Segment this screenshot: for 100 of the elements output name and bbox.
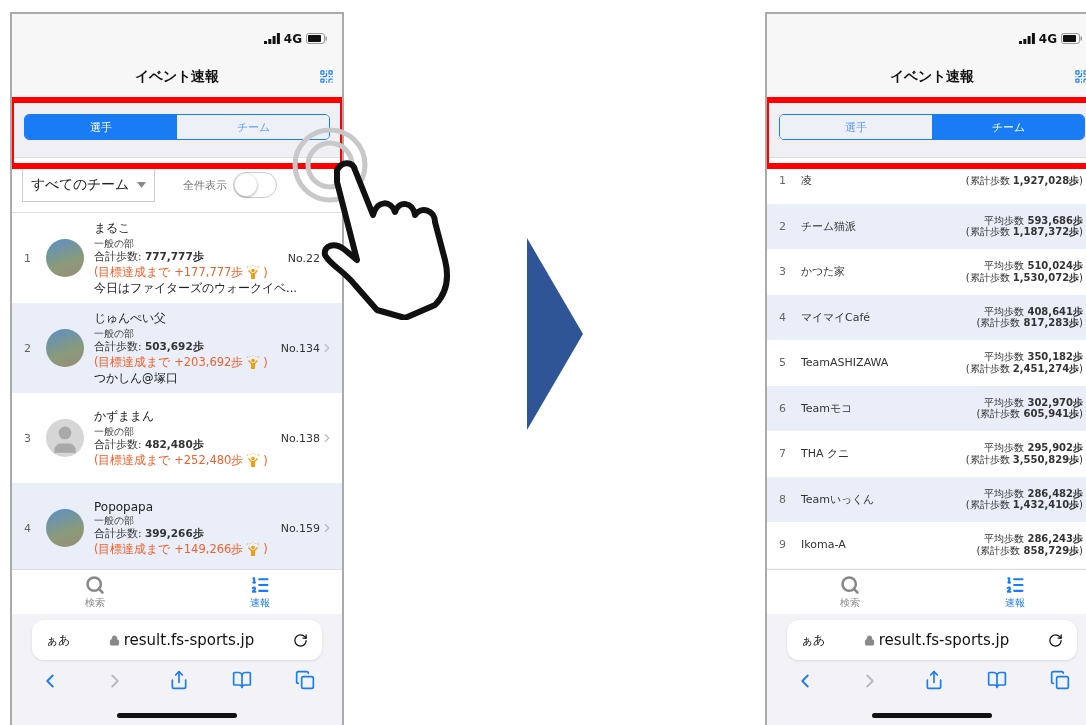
rank-number: 1: [779, 174, 787, 188]
avatar-silhouette: [46, 419, 84, 457]
total-steps: 合計歩数: 482,480歩: [94, 438, 281, 452]
team-name: Ikoma-A: [801, 538, 847, 552]
team-name: 凌: [801, 173, 813, 189]
reload-icon[interactable]: [1048, 632, 1063, 648]
player-name: Popopapa: [94, 499, 155, 514]
book-icon: [986, 670, 1007, 690]
team-row[interactable]: 6 Teamモコ 平均歩数 302,970歩 (累計歩数 605,941歩): [767, 385, 1086, 431]
book-icon: [231, 670, 252, 690]
signal-icon: [263, 33, 280, 44]
segment-tab[interactable]: 選手: [25, 115, 177, 139]
team-name: Teamモコ: [801, 400, 854, 416]
cumulative-steps: (累計歩数 817,283歩): [976, 317, 1083, 329]
toolbar-button[interactable]: [1049, 670, 1070, 692]
qr-code-icon[interactable]: [1074, 69, 1086, 84]
player-row[interactable]: 1 まるこ 一般の部 合計歩数: 777,777歩 (目標達成まで +177,777歩 ) No.22 今日はファイターズのウォークイベ...: [12, 213, 342, 303]
share-icon: [924, 670, 944, 690]
text-size-button[interactable]: ぁあ: [801, 631, 825, 649]
closing-paren: ): [263, 542, 268, 556]
rank-number: 3: [24, 431, 32, 445]
team-row[interactable]: 7 THA クニ 平均歩数 295,902歩 (累計歩数 3,550,829歩): [767, 431, 1086, 477]
bib-number: No.22: [287, 251, 320, 265]
cheer-icon: [245, 453, 262, 468]
player-comment: 今日はファイターズのウォークイベ...: [94, 281, 297, 296]
team-row[interactable]: 9 Ikoma-A 平均歩数 286,243歩 (累計歩数 858,729歩): [767, 522, 1086, 568]
team-name: チーム猫派: [801, 218, 857, 234]
cumulative-steps: (累計歩数 3,550,829歩): [965, 453, 1083, 466]
cumulative-steps: (累計歩数 2,451,274歩): [965, 362, 1083, 375]
search-icon: [839, 574, 860, 595]
team-row[interactable]: 8 Teamいっくん 平均歩数 286,482歩 (累計歩数 1,432,410歩): [767, 476, 1086, 522]
network-label: 4G: [1038, 31, 1057, 46]
team-dropdown[interactable]: すべてのチーム: [22, 168, 155, 202]
cumulative-steps: (累計歩数 1,432,410歩): [965, 499, 1083, 511]
search-icon: [84, 574, 105, 595]
average-steps: 平均歩数 286,243歩: [984, 533, 1083, 545]
goal-remaining: (目標達成まで +203,692歩: [94, 355, 244, 370]
team-row[interactable]: 3 かつた家 平均歩数 510,024歩 (累計歩数 1,530,072歩): [767, 249, 1086, 295]
address-bar[interactable]: ぁあ result.fs-sports.jp: [787, 620, 1077, 660]
toolbar-button[interactable]: [294, 670, 315, 692]
closing-paren: ): [263, 265, 268, 280]
ranked-list-icon: [249, 574, 270, 595]
rank-number: 4: [24, 521, 32, 535]
url-text: result.fs-sports.jp: [123, 631, 255, 649]
average-steps: 平均歩数 286,482歩: [984, 487, 1083, 500]
text-size-button[interactable]: ぁあ: [46, 631, 70, 649]
rank-number: 3: [779, 265, 787, 279]
signal-icon: [1018, 33, 1035, 44]
cumulative-steps: (累計歩数 1,530,072歩): [965, 271, 1083, 284]
total-steps: 合計歩数: 399,266歩: [94, 526, 281, 541]
rank-number: 2: [24, 341, 32, 355]
goal-remaining: (目標達成まで +177,777歩: [94, 265, 244, 280]
toolbar-button[interactable]: [924, 670, 944, 692]
tab-bar-item[interactable]: 速報: [932, 570, 1086, 614]
photo-placeholder: [46, 329, 84, 367]
show-all-switch[interactable]: [233, 172, 277, 198]
tab-bar-item[interactable]: 速報: [177, 570, 342, 614]
rank-number: 6: [779, 401, 787, 415]
rank-number: 9: [779, 538, 787, 552]
tab-bar-item[interactable]: 検索: [12, 570, 177, 614]
qr-code-icon[interactable]: [319, 69, 334, 84]
address-bar[interactable]: ぁあ result.fs-sports.jp: [32, 620, 322, 660]
player-row[interactable]: 2 じゅんぺい父 一般の部 合計歩数: 503,692歩 (目標達成まで +203,692歩 ) No.134 つかしん@塚口: [12, 303, 342, 393]
cheer-icon: [245, 265, 262, 280]
bib-number: No.134: [280, 341, 320, 355]
total-steps: 合計歩数: 777,777歩: [94, 250, 288, 264]
cumulative-steps: (累計歩数 605,941歩): [976, 408, 1083, 420]
average-steps: 平均歩数 510,024歩: [984, 260, 1083, 272]
team-name: かつた家: [801, 264, 846, 280]
cumulative-steps: (累計歩数 1,187,372歩): [965, 226, 1083, 238]
average-steps: 平均歩数 295,902歩: [984, 442, 1083, 454]
total-steps: 合計歩数: 503,692歩: [94, 340, 281, 354]
photo-placeholder: [46, 509, 84, 547]
toolbar-button[interactable]: [169, 670, 189, 692]
tab-bar-item[interactable]: 検索: [767, 570, 932, 614]
division-label: 一般の部: [94, 514, 135, 526]
page-title: イベント速報: [135, 68, 219, 86]
player-row[interactable]: 4 Popopapa 一般の部 合計歩数: 399,266歩 (目標達成まで +149,266歩 ) No.159: [12, 483, 342, 569]
team-row[interactable]: 5 TeamASHIZAWA 平均歩数 350,182歩 (累計歩数 2,451,274歩): [767, 340, 1086, 386]
toggle-label: 全件表示: [183, 177, 227, 193]
ranked-list-icon: [1004, 574, 1025, 595]
rank-number: 2: [779, 219, 787, 233]
average-steps: 平均歩数 408,641歩: [984, 305, 1083, 318]
lock-icon: [108, 634, 120, 646]
rank-number: 5: [779, 356, 787, 370]
right-arrow-icon: [526, 237, 583, 430]
average-steps: 平均歩数 593,686歩: [984, 214, 1083, 227]
player-name: まるこ: [94, 220, 131, 237]
cheer-icon: [245, 541, 262, 557]
team-row[interactable]: 2 チーム猫派 平均歩数 593,686歩 (累計歩数 1,187,372歩): [767, 203, 1086, 249]
player-comment: つかしん@塚口: [94, 371, 178, 386]
player-row[interactable]: 3 かずままん 一般の部 合計歩数: 482,480歩 (目標達成まで +252,480歩 ) No.138: [12, 393, 342, 483]
reload-icon[interactable]: [293, 632, 308, 648]
share-icon: [169, 670, 189, 690]
player-name: じゅんぺい父: [94, 310, 167, 327]
cheer-icon: [245, 355, 262, 370]
division-label: 一般の部: [94, 328, 135, 339]
average-steps: 平均歩数 302,970歩: [984, 396, 1083, 409]
segment-tab[interactable]: チーム: [932, 115, 1084, 139]
team-row[interactable]: 4 マイマイCafé 平均歩数 408,641歩 (累計歩数 817,283歩): [767, 294, 1086, 340]
